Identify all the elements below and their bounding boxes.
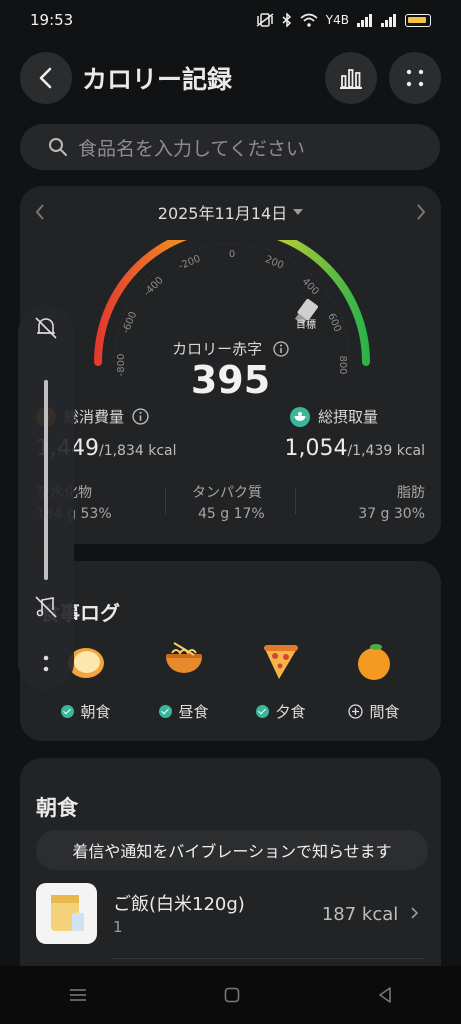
meal-lunch-label: 昼食: [178, 703, 209, 721]
food-name: ご飯(白米120g): [113, 894, 245, 915]
deficit-label: カロリー赤字: [172, 340, 263, 358]
back-button[interactable]: [20, 52, 72, 104]
vibrate-icon: [256, 13, 274, 27]
caret-down-icon: [293, 209, 304, 215]
target-label: 目標: [296, 318, 316, 331]
volume-panel: [18, 305, 74, 690]
chevron-right-icon: [411, 907, 419, 919]
check-icon: [159, 705, 173, 718]
food-divider: [113, 958, 425, 959]
gauge-tick-label: 400: [300, 276, 321, 297]
food-calories[interactable]: 187 kcal: [322, 904, 419, 925]
check-icon: [256, 705, 270, 718]
gauge-tick-label: 200: [263, 254, 285, 271]
four-dots-icon: [406, 69, 424, 87]
info-icon[interactable]: [273, 341, 289, 357]
deficit-value: 395: [190, 358, 271, 402]
meal-dinner[interactable]: 夕食: [236, 641, 326, 722]
menu-icon[interactable]: [69, 988, 87, 1002]
meal-snack-label: 間食: [369, 703, 400, 721]
meal-dinner-label: 夕食: [275, 703, 306, 721]
check-icon: [61, 705, 75, 718]
previous-day-icon[interactable]: [34, 203, 46, 221]
meal-breakfast-label: 朝食: [80, 703, 111, 721]
intake-label: 総摂取量: [318, 408, 379, 426]
date-dropdown[interactable]: 2025年11月14日: [157, 200, 304, 224]
rice-bag-icon: [51, 895, 84, 931]
chevron-left-icon: [39, 67, 52, 89]
meal-snack[interactable]: 間食: [329, 641, 419, 722]
meal-snack-label-row: 間食: [329, 701, 419, 722]
bowl-icon: [290, 406, 310, 427]
meal-dinner-label-row: 夕食: [236, 701, 326, 722]
breakfast-title: 朝食: [36, 796, 78, 820]
food-thumbnail: [36, 883, 97, 944]
next-day-icon[interactable]: [415, 203, 427, 221]
info-icon[interactable]: [132, 408, 149, 425]
bar-chart-icon: [340, 69, 362, 89]
search-icon: [49, 138, 67, 156]
burned-target: /1,834 kcal: [98, 443, 177, 459]
volume-slider[interactable]: [44, 380, 48, 580]
orange-icon: [358, 644, 390, 680]
intake-value: 1,054: [284, 436, 348, 461]
signal-icon-2: [381, 14, 396, 27]
gauge-tick-label: -600: [120, 310, 139, 335]
home-icon[interactable]: [224, 987, 240, 1003]
intake-target: /1,439 kcal: [347, 443, 425, 459]
wifi-icon: [300, 13, 318, 27]
battery-icon: [405, 13, 431, 27]
back-nav-icon[interactable]: [378, 987, 392, 1003]
header: カロリー記録: [20, 50, 441, 106]
gauge-tick-label: 600: [325, 312, 342, 334]
fat-value: 37 g 30%: [358, 506, 425, 522]
music-off-icon[interactable]: [34, 595, 58, 619]
date-label: 2025年11月14日: [157, 204, 288, 223]
more-vertical-icon[interactable]: [41, 653, 51, 677]
intake-label-row: 総摂取量: [290, 406, 378, 427]
calorie-summary-card: 2025年11月14日 -800 -600 -400 -200 0 200 400 600 80…: [20, 186, 441, 544]
bluetooth-icon: [282, 13, 291, 27]
gauge-tick-label: -400: [142, 275, 166, 299]
status-time: 19:53: [30, 11, 74, 29]
noodle-bowl-icon: [166, 642, 202, 673]
signal-icon: [357, 14, 372, 27]
macro-divider: [165, 488, 166, 514]
status-icons: Y4B: [256, 13, 431, 27]
deficit-label-row: カロリー赤字: [20, 338, 441, 359]
pizza-icon: [264, 645, 298, 679]
meal-log-card: 食事ログ 朝食 昼食 夕食 間食: [20, 561, 441, 741]
volume-slider-fill: [44, 380, 48, 580]
intake-value-row: 1,054/1,439 kcal: [284, 436, 425, 461]
more-options-button[interactable]: [389, 52, 441, 104]
meal-lunch[interactable]: 昼食: [139, 641, 229, 722]
search-input[interactable]: 食品名を入力してください: [78, 134, 305, 161]
macro-divider: [295, 488, 296, 514]
food-quantity: 1: [113, 918, 123, 936]
plus-circle-icon: [348, 704, 364, 719]
meal-breakfast-label-row: 朝食: [41, 701, 131, 722]
network-type: Y4B: [325, 13, 349, 27]
page-title: カロリー記録: [82, 65, 233, 94]
protein-value: 45 g 17%: [198, 506, 265, 522]
vibration-toast: 着信や通知をバイブレーションで知らせます: [36, 830, 428, 870]
status-bar: 19:53 Y4B: [0, 0, 461, 40]
gauge-tick-label: -200: [177, 253, 202, 272]
gauge-tick-label: 0: [229, 249, 235, 260]
date-selector: 2025年11月14日: [20, 200, 441, 224]
meal-lunch-label-row: 昼食: [139, 701, 229, 722]
search-bar[interactable]: 食品名を入力してください: [20, 124, 440, 170]
notification-off-icon[interactable]: [33, 315, 59, 341]
food-calories-value: 187 kcal: [321, 904, 399, 925]
system-nav-bar: [0, 966, 461, 1024]
protein-label: タンパク質: [192, 485, 262, 501]
statistics-button[interactable]: [325, 52, 377, 104]
breakfast-card: 朝食 着信や通知をバイブレーションで知らせます ご飯(白米120g) 1 187…: [20, 758, 441, 988]
fat-label: 脂肪: [397, 485, 425, 501]
